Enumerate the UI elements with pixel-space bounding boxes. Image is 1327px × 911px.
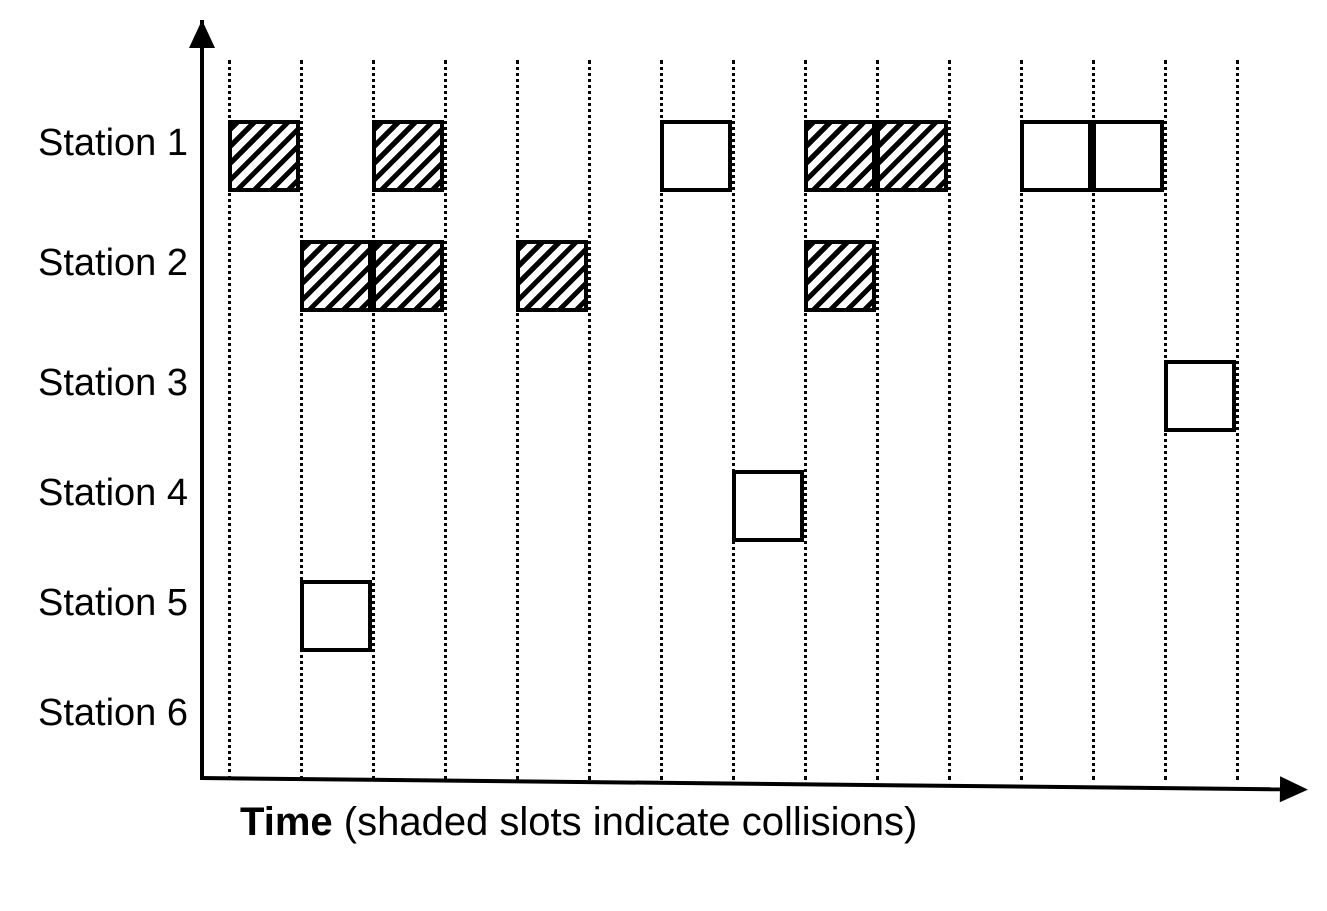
collision-slot	[228, 120, 300, 192]
station-label-6: Station 6	[8, 692, 188, 735]
gridline	[588, 60, 591, 780]
station-label-3: Station 3	[8, 362, 188, 405]
gridline	[948, 60, 951, 780]
collision-slot	[804, 240, 876, 312]
collision-slot	[876, 120, 948, 192]
plot-area	[200, 40, 1260, 780]
gridline	[1236, 60, 1239, 780]
x-axis-label: Time (shaded slots indicate collisions)	[240, 800, 917, 845]
station-label-1: Station 1	[8, 122, 188, 165]
x-axis-arrow-icon	[1280, 776, 1308, 802]
success-slot	[660, 120, 732, 192]
station-label-5: Station 5	[8, 582, 188, 625]
success-slot	[732, 470, 804, 542]
y-axis-arrow-icon	[189, 20, 215, 48]
gridline	[444, 60, 447, 780]
collision-slot	[300, 240, 372, 312]
x-axis	[200, 776, 1280, 791]
collision-slot	[516, 240, 588, 312]
success-slot	[1020, 120, 1092, 192]
collision-slot	[804, 120, 876, 192]
gridline	[516, 60, 519, 780]
station-label-2: Station 2	[8, 242, 188, 285]
y-axis	[200, 20, 204, 780]
success-slot	[300, 580, 372, 652]
gridline	[732, 60, 735, 780]
diagram-canvas: Station 1 Station 2 Station 3 Station 4 …	[0, 0, 1327, 911]
success-slot	[1164, 360, 1236, 432]
station-label-4: Station 4	[8, 472, 188, 515]
collision-slot	[372, 240, 444, 312]
gridline	[300, 60, 303, 780]
success-slot	[1092, 120, 1164, 192]
collision-slot	[372, 120, 444, 192]
